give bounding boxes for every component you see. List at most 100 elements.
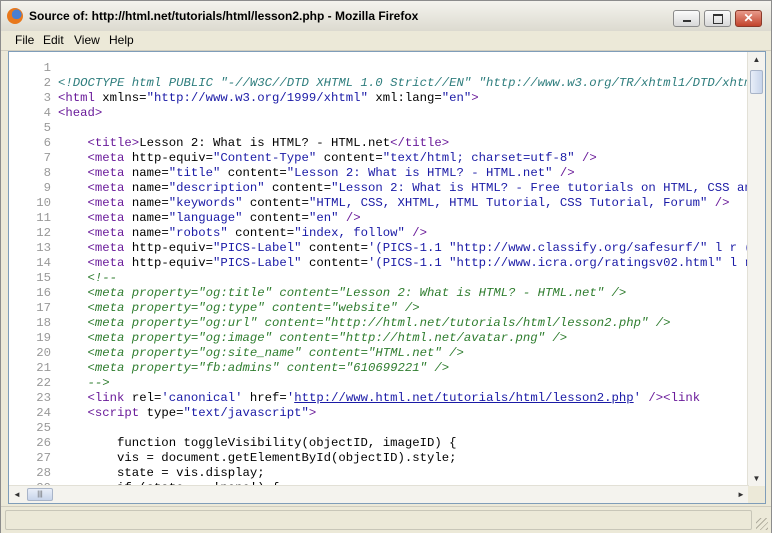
horizontal-scrollbar[interactable]: ◄ ||| ►	[9, 485, 749, 503]
code-token: <html	[58, 91, 95, 105]
code-token: content=	[220, 166, 287, 180]
line-code: <!--	[58, 271, 118, 286]
menu-bar: File Edit View Help	[1, 31, 771, 51]
code-token: <meta	[87, 151, 125, 165]
close-icon: ✕	[743, 11, 754, 25]
code-token: "language"	[168, 211, 243, 225]
line-number: 18	[36, 316, 51, 330]
line-number: 7	[43, 151, 51, 165]
source-code-area[interactable]: 1 2 <!DOCTYPE html PUBLIC "-//W3C//DTD XHT…	[9, 52, 749, 487]
code-token: content=	[242, 196, 309, 210]
code-token: Lesson 2: What is HTML? - HTML.net	[139, 136, 391, 150]
code-token: content=	[242, 211, 309, 225]
status-pane	[5, 510, 752, 530]
line-number: 9	[43, 181, 51, 195]
vertical-scroll-thumb[interactable]	[750, 70, 763, 94]
scroll-down-arrow-icon[interactable]: ▼	[749, 471, 764, 487]
code-token: <title>	[87, 136, 140, 150]
code-token: name=	[124, 226, 169, 240]
code-token: />	[707, 196, 730, 210]
line-number: 20	[36, 346, 51, 360]
firefox-icon	[7, 8, 23, 24]
code-token: <head>	[58, 106, 103, 120]
code-token: <meta property="fb:admins" content="6106…	[87, 361, 450, 375]
menu-help[interactable]: Help	[109, 33, 134, 47]
scroll-left-arrow-icon[interactable]: ◄	[9, 486, 25, 503]
line-code: <head>	[58, 106, 102, 121]
line-number: 21	[36, 361, 51, 375]
code-token: content=	[227, 226, 295, 240]
code-token: name=	[124, 211, 169, 225]
code-token: <meta	[87, 211, 125, 225]
code-token: content=	[301, 241, 368, 255]
source-viewer: 1 2 <!DOCTYPE html PUBLIC "-//W3C//DTD XHT…	[8, 51, 766, 504]
line-code: <title>Lesson 2: What is HTML? - HTML.ne…	[58, 136, 450, 151]
code-token: <!DOCTYPE html PUBLIC "-//W3C//DTD XHTML…	[58, 76, 749, 90]
code-token: "PICS-Label"	[213, 256, 302, 270]
code-token: "text/html; charset=utf-8"	[382, 151, 575, 165]
line-code: <meta name="description" content="Lesson…	[58, 181, 749, 196]
line-number: 12	[36, 226, 51, 240]
line-code: state = vis.display;	[58, 466, 265, 481]
code-token: content=	[264, 181, 332, 195]
code-token: href=	[242, 391, 287, 405]
code-token: name=	[124, 181, 169, 195]
line-number: 25	[36, 421, 51, 435]
code-token: http-equiv=	[124, 256, 213, 270]
minimize-button[interactable]	[673, 10, 700, 27]
code-token: content=	[301, 256, 368, 270]
code-token: />	[574, 151, 597, 165]
vertical-scrollbar[interactable]: ▲ ▼	[747, 52, 765, 487]
maximize-button[interactable]	[704, 10, 731, 27]
scroll-up-arrow-icon[interactable]: ▲	[749, 52, 764, 68]
line-code: <meta property="fb:admins" content="6106…	[58, 361, 450, 376]
line-number: 2	[43, 76, 51, 90]
code-token: "text/javascript"	[183, 406, 309, 420]
line-code: <meta http-equiv="Content-Type" content=…	[58, 151, 597, 166]
code-token: http-equiv=	[124, 241, 213, 255]
line-number: 4	[43, 106, 51, 120]
line-code: vis = document.getElementById(objectID).…	[58, 451, 456, 466]
line-number: 19	[36, 331, 51, 345]
menu-file[interactable]: File	[15, 33, 34, 47]
line-code: function toggleVisibility(objectID, imag…	[58, 436, 456, 451]
line-number: 23	[36, 391, 51, 405]
source-link[interactable]: http://www.html.net/tutorials/html/lesso…	[294, 391, 633, 405]
resize-grip-icon[interactable]	[756, 518, 768, 530]
line-code: <meta property="og:site_name" content="H…	[58, 346, 464, 361]
code-token: <meta property="og:image" content="http:…	[87, 331, 568, 345]
code-token: /><link	[641, 391, 701, 405]
line-code: <meta property="og:url" content="http://…	[58, 316, 671, 331]
code-token: "PICS-Label"	[213, 241, 302, 255]
line-number: 11	[36, 211, 51, 225]
code-token: <meta	[87, 241, 125, 255]
code-token: '(PICS-1.1 "http://www.classify.org/safe…	[367, 241, 749, 255]
code-token: "en"	[308, 211, 339, 225]
code-token: xmlns=	[94, 91, 147, 105]
code-token: "HTML, CSS, XHTML, HTML Tutorial, CSS Tu…	[308, 196, 708, 210]
horizontal-scroll-thumb[interactable]: |||	[27, 488, 53, 501]
code-token: name=	[124, 196, 169, 210]
line-code: <meta name="language" content="en" />	[58, 211, 361, 226]
line-number: 28	[36, 466, 51, 480]
code-token: <meta property="og:site_name" content="H…	[87, 346, 464, 360]
line-code: <meta name="robots" content="index, foll…	[58, 226, 428, 241]
scroll-right-arrow-icon[interactable]: ►	[733, 486, 749, 503]
line-number: 13	[36, 241, 51, 255]
close-button[interactable]: ✕	[735, 10, 762, 27]
title-bar[interactable]: Source of: http://html.net/tutorials/htm…	[1, 1, 771, 32]
menu-edit[interactable]: Edit	[43, 33, 64, 47]
status-bar	[1, 506, 771, 533]
menu-view[interactable]: View	[74, 33, 100, 47]
code-token: </title>	[390, 136, 450, 150]
code-token: content=	[316, 151, 383, 165]
